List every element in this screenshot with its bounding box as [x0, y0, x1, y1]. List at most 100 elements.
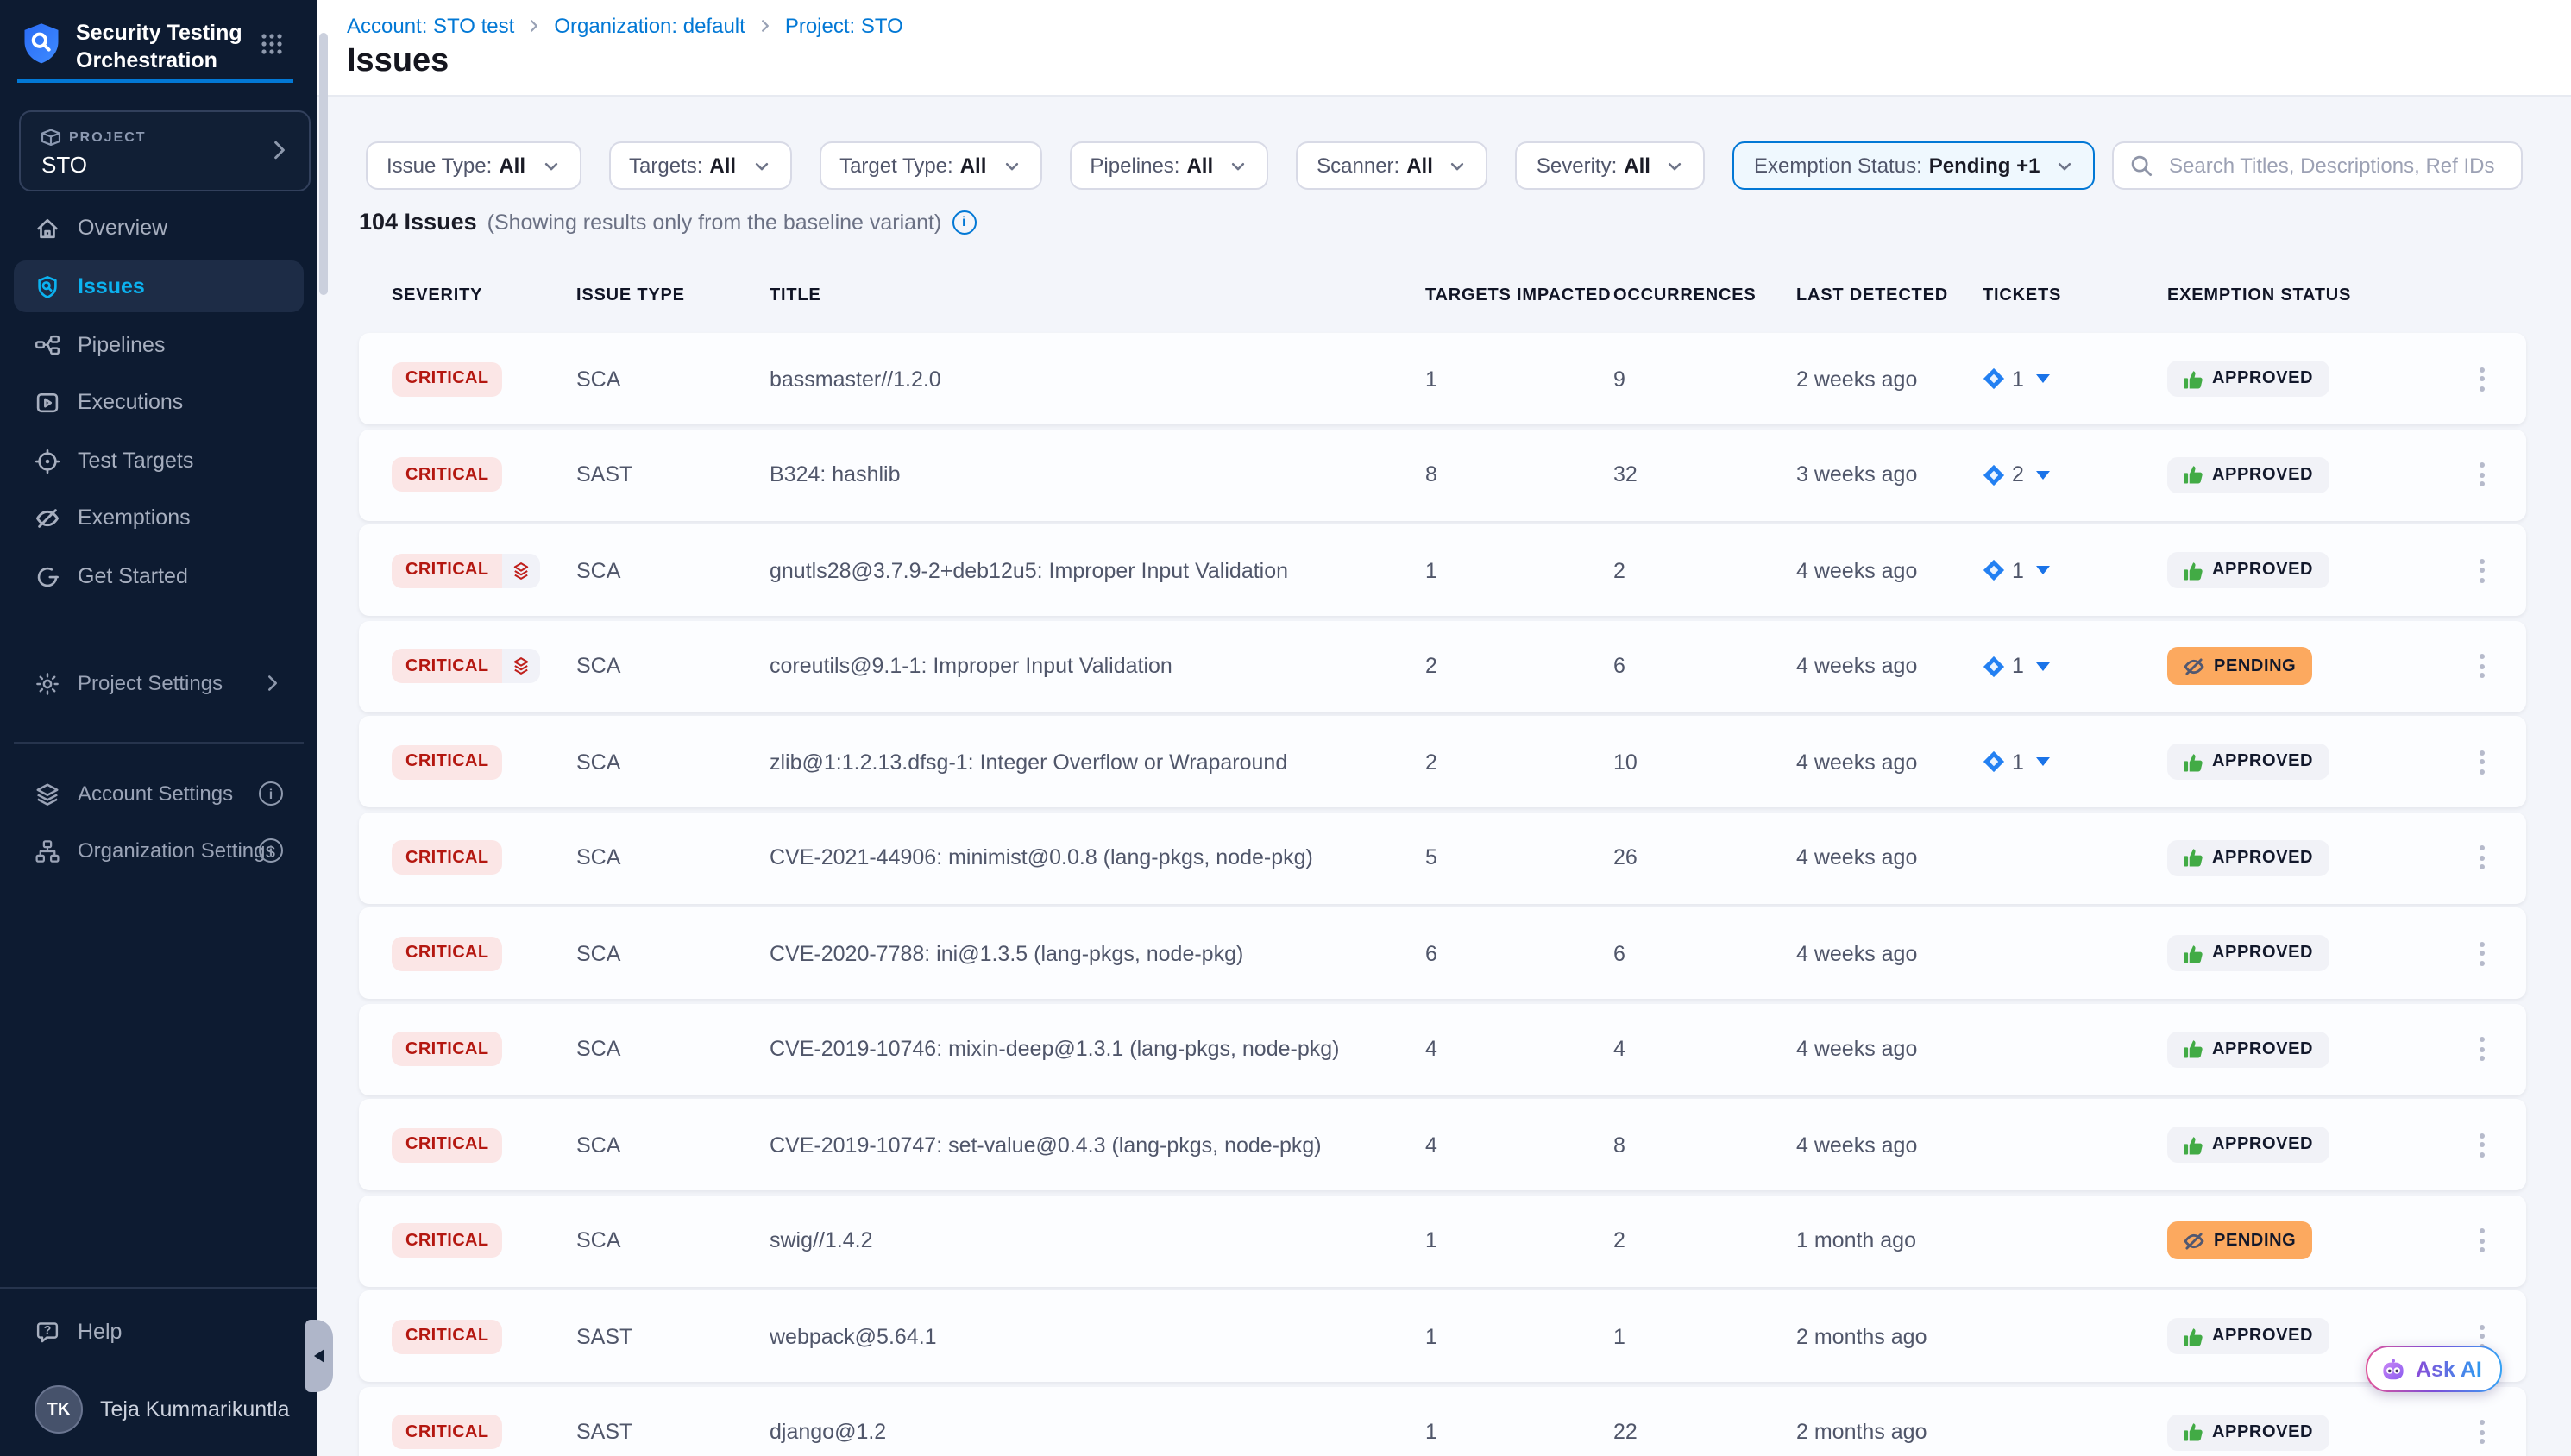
- table-row[interactable]: CRITICAL SCA gnutls28@3.7.9-2+deb12u5: I…: [359, 524, 2526, 616]
- issue-title[interactable]: coreutils@9.1-1: Improper Input Validati…: [770, 620, 1172, 712]
- filter-dropdown[interactable]: Severity: All: [1516, 141, 1706, 190]
- info-icon[interactable]: i: [952, 210, 976, 234]
- sidebar-item-test-targets[interactable]: Test Targets: [14, 435, 304, 486]
- exemption-status-cell: APPROVED: [2167, 429, 2329, 520]
- tickets-dropdown[interactable]: 1: [1983, 620, 2050, 712]
- tickets-dropdown[interactable]: 2: [1983, 429, 2050, 520]
- table-row[interactable]: CRITICAL SCA CVE-2019-10746: mixin-deep@…: [359, 1003, 2526, 1095]
- info-icon[interactable]: i: [259, 838, 283, 863]
- breadcrumb-link[interactable]: Account: STO test: [347, 14, 514, 38]
- jira-ticket-icon: [1983, 750, 2005, 773]
- issue-title[interactable]: bassmaster//1.2.0: [770, 333, 941, 424]
- issue-type: SAST: [576, 429, 632, 520]
- ask-ai-button[interactable]: Ask AI: [2366, 1346, 2503, 1392]
- column-header[interactable]: TITLE: [770, 286, 821, 305]
- tickets-dropdown[interactable]: 1: [1983, 333, 2050, 424]
- breadcrumb-link[interactable]: Organization: default: [554, 14, 745, 38]
- row-menu-button[interactable]: [2473, 812, 2492, 903]
- sidebar-item-get-started[interactable]: Get Started: [14, 550, 304, 602]
- sidebar-item-organization-settings[interactable]: Organization Settings i: [14, 825, 304, 876]
- filter-dropdown[interactable]: Issue Type: All: [366, 141, 581, 190]
- filter-dropdown[interactable]: Exemption Status: Pending +1: [1733, 141, 2096, 190]
- sidebar-item-pipelines[interactable]: Pipelines: [14, 319, 304, 371]
- table-row[interactable]: CRITICAL SCA swig//1.4.2 1 2 1 month ago: [359, 1195, 2526, 1286]
- status-label: APPROVED: [2212, 465, 2313, 484]
- jira-ticket-icon: [1983, 559, 2005, 581]
- sidebar-item-executions[interactable]: Executions: [14, 376, 304, 428]
- layers-stack-icon: [503, 649, 541, 683]
- scrollbar-thumb[interactable]: [319, 33, 328, 295]
- column-header[interactable]: TICKETS: [1983, 286, 2061, 305]
- row-menu-button[interactable]: [2473, 1003, 2492, 1095]
- project-selector[interactable]: PROJECT STO: [19, 110, 311, 191]
- column-header[interactable]: ISSUE TYPE: [576, 286, 685, 305]
- table-row[interactable]: CRITICAL SAST B324: hashlib 8 32 3 weeks…: [359, 429, 2526, 520]
- status-label: APPROVED: [2212, 944, 2313, 963]
- filter-dropdown[interactable]: Pipelines: All: [1069, 141, 1268, 190]
- occurrences: 4: [1613, 1003, 1625, 1095]
- table-row[interactable]: CRITICAL SAST django@1.2 1 22 2 months a…: [359, 1386, 2526, 1456]
- sidebar-item-label: Project Settings: [78, 671, 223, 695]
- sidebar-item-issues[interactable]: Issues: [14, 260, 304, 312]
- severity-badge: CRITICAL: [392, 1223, 503, 1258]
- issue-title[interactable]: CVE-2021-44906: minimist@0.0.8 (lang-pkg…: [770, 812, 1313, 903]
- chevron-down-icon: [2055, 156, 2074, 175]
- issue-title[interactable]: webpack@5.64.1: [770, 1290, 937, 1382]
- issue-title[interactable]: swig//1.4.2: [770, 1195, 873, 1286]
- table-row[interactable]: CRITICAL SAST webpack@5.64.1 1 1 2 month…: [359, 1290, 2526, 1382]
- user-name: Teja Kummarikuntla: [100, 1397, 290, 1421]
- apps-grid-icon[interactable]: [261, 33, 283, 55]
- targets-impacted: 1: [1425, 1290, 1437, 1382]
- sidebar-item-account-settings[interactable]: Account Settings i: [14, 768, 304, 819]
- issue-title[interactable]: CVE-2019-10746: mixin-deep@1.3.1 (lang-p…: [770, 1003, 1340, 1095]
- sidebar-item-label: Get Started: [78, 564, 188, 588]
- table-row[interactable]: CRITICAL SCA CVE-2020-7788: ini@1.3.5 (l…: [359, 907, 2526, 999]
- table-row[interactable]: CRITICAL SCA CVE-2019-10747: set-value@0…: [359, 1099, 2526, 1190]
- sidebar-item-help[interactable]: ? Help: [14, 1306, 304, 1358]
- row-menu-button[interactable]: [2473, 429, 2492, 520]
- table-row[interactable]: CRITICAL SCA bassmaster//1.2.0 1 9 2 wee…: [359, 333, 2526, 424]
- issue-title[interactable]: CVE-2020-7788: ini@1.3.5 (lang-pkgs, nod…: [770, 907, 1243, 999]
- row-menu-button[interactable]: [2473, 524, 2492, 616]
- user-menu[interactable]: TK Teja Kummarikuntla: [14, 1380, 304, 1439]
- column-header[interactable]: OCCURRENCES: [1613, 286, 1757, 305]
- issue-title[interactable]: B324: hashlib: [770, 429, 901, 520]
- row-menu-button[interactable]: [2473, 1386, 2492, 1456]
- column-header[interactable]: LAST DETECTED: [1796, 286, 1948, 305]
- issue-title[interactable]: zlib@1:1.2.13.dfsg-1: Integer Overflow o…: [770, 716, 1287, 807]
- thumbs-up-icon: [2183, 368, 2203, 389]
- filter-dropdown[interactable]: Targets: All: [608, 141, 791, 190]
- tickets-dropdown[interactable]: 1: [1983, 716, 2050, 807]
- kebab-menu-icon: [2473, 1221, 2492, 1259]
- sidebar-item-exemptions[interactable]: Exemptions: [14, 492, 304, 543]
- issue-title[interactable]: gnutls28@3.7.9-2+deb12u5: Improper Input…: [770, 524, 1288, 616]
- row-menu-button[interactable]: [2473, 1195, 2492, 1286]
- column-header[interactable]: TARGETS IMPACTED: [1425, 286, 1611, 305]
- sidebar-collapse-handle[interactable]: [305, 1320, 333, 1392]
- column-header[interactable]: EXEMPTION STATUS: [2167, 286, 2351, 305]
- sidebar-item-label: Test Targets: [78, 449, 193, 473]
- column-header[interactable]: SEVERITY: [392, 286, 482, 305]
- row-menu-button[interactable]: [2473, 716, 2492, 807]
- issue-title[interactable]: CVE-2019-10747: set-value@0.4.3 (lang-pk…: [770, 1099, 1322, 1190]
- filter-value: All: [1406, 154, 1433, 178]
- get-started-icon: [35, 563, 60, 589]
- table-row[interactable]: CRITICAL SCA zlib@1:1.2.13.dfsg-1: Integ…: [359, 716, 2526, 807]
- row-menu-button[interactable]: [2473, 1099, 2492, 1190]
- row-menu-button[interactable]: [2473, 333, 2492, 424]
- filter-dropdown[interactable]: Target Type: All: [819, 141, 1041, 190]
- row-menu-button[interactable]: [2473, 907, 2492, 999]
- filter-dropdown[interactable]: Scanner: All: [1296, 141, 1488, 190]
- info-icon[interactable]: i: [259, 781, 283, 806]
- row-menu-button[interactable]: [2473, 620, 2492, 712]
- table-row[interactable]: CRITICAL SCA CVE-2021-44906: minimist@0.…: [359, 812, 2526, 903]
- table-row[interactable]: CRITICAL SCA coreutils@9.1-1: Improper I…: [359, 620, 2526, 712]
- status-label: APPROVED: [2212, 369, 2313, 388]
- thumbs-up-icon: [2183, 1039, 2203, 1059]
- sidebar-item-overview[interactable]: Overview: [14, 202, 304, 254]
- issue-title[interactable]: django@1.2: [770, 1386, 886, 1456]
- tickets-dropdown[interactable]: 1: [1983, 524, 2050, 616]
- search-input[interactable]: [2166, 152, 2505, 179]
- sidebar-item-project-settings[interactable]: Project Settings: [14, 657, 304, 709]
- breadcrumb-link[interactable]: Project: STO: [785, 14, 903, 38]
